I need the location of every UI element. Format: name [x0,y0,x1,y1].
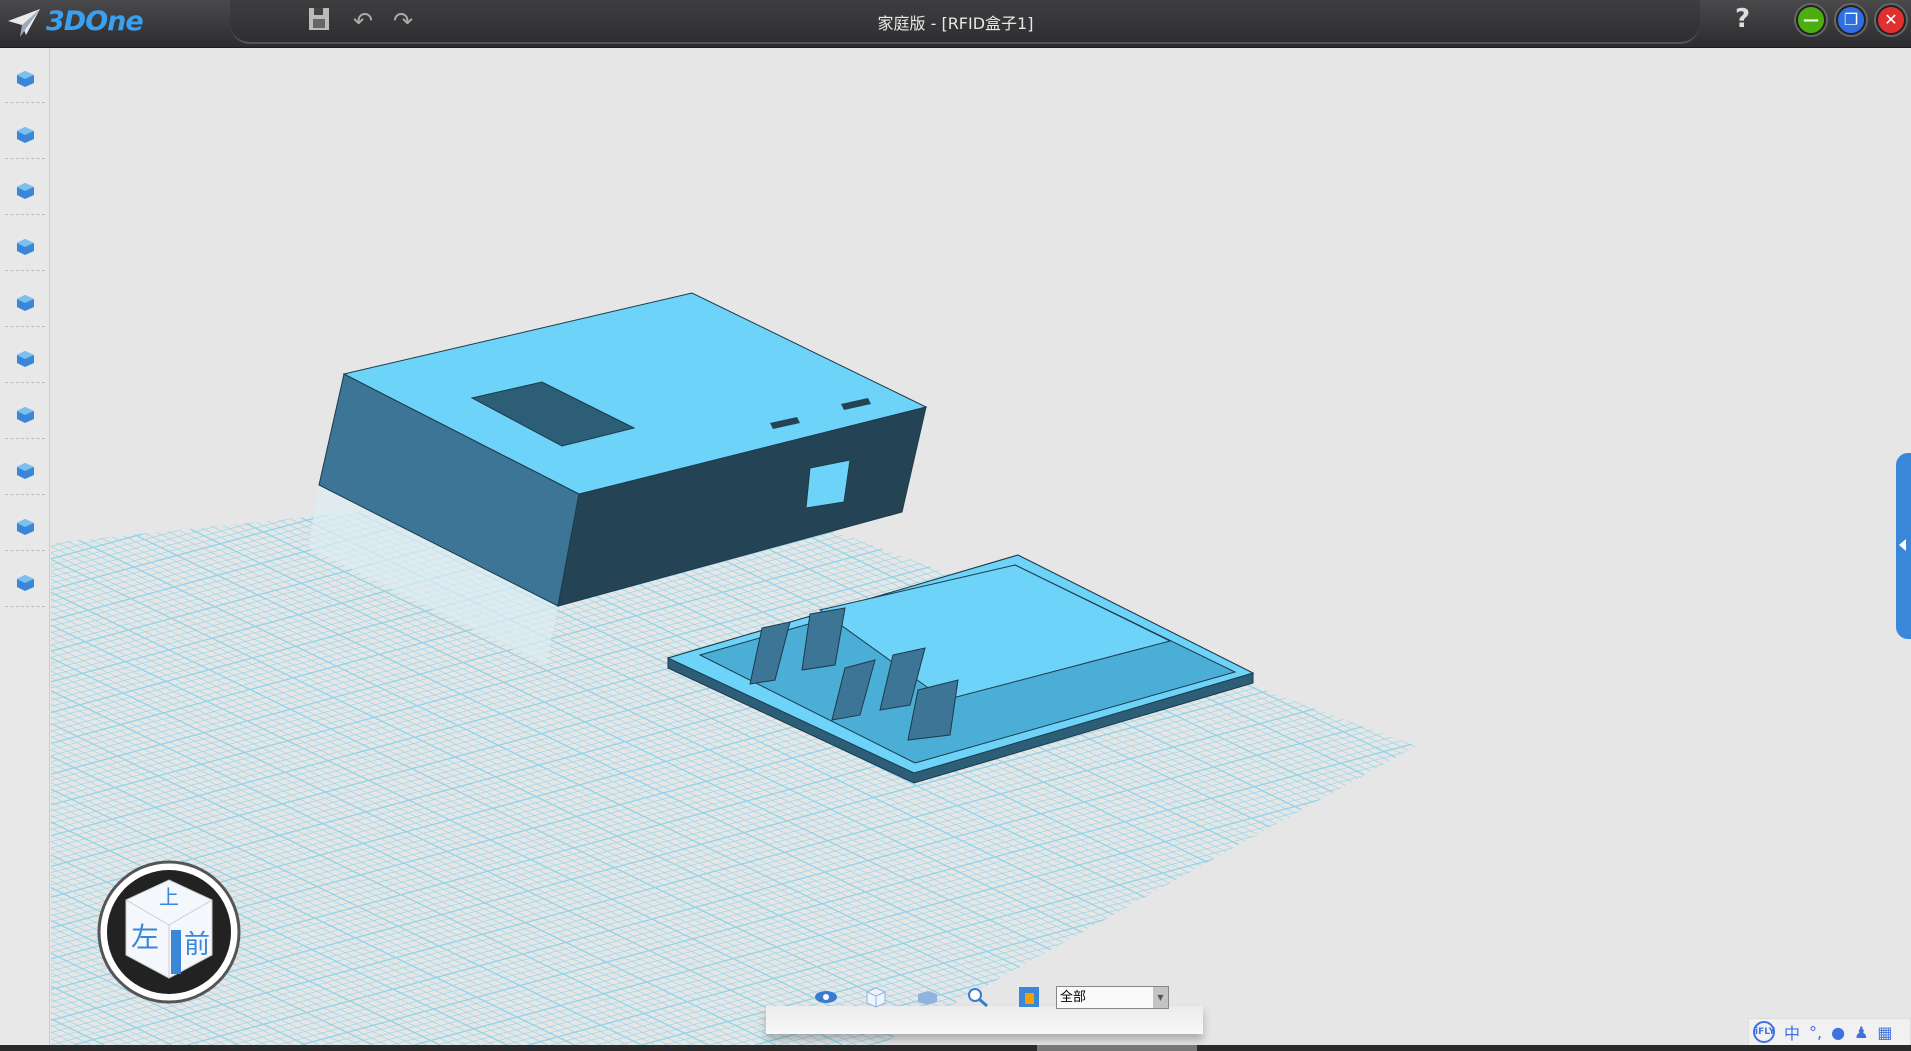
grid-line [595,688,1416,1045]
grid-line [663,478,1416,1045]
grid-line [51,478,236,529]
grid-line [1209,854,1416,1045]
grid-line [51,478,350,560]
grid-line [51,478,259,535]
grid-line [1186,848,1416,1045]
filter-value: 全部 [1060,990,1087,1005]
grid-line [1159,478,1416,846]
auto-snap-icon[interactable] [5,389,45,439]
grid-line [51,478,100,492]
grid-line [1141,836,1416,1045]
ime-language-toggle[interactable]: 中 [1784,1020,1800,1044]
punctuation-icon[interactable]: °, [1809,1023,1822,1042]
close-button[interactable]: ✕ [1876,5,1906,35]
feature-modeling-icon[interactable] [5,277,45,327]
grid-line [51,478,77,486]
grid-line [1200,478,1416,826]
grid-line [51,478,123,498]
view-toolbar [766,1006,1203,1034]
left-toolbar [0,49,50,1051]
minimize-button[interactable]: — [1796,5,1826,35]
basic-solid-icon[interactable] [5,53,45,103]
horizontal-scrollbar[interactable] [0,1045,1911,1051]
sketch-draw-icon[interactable] [5,109,45,159]
special-feature-icon[interactable] [5,221,45,271]
distance-measure-icon[interactable] [5,501,45,551]
grid-line [1132,478,1416,859]
nav-cube-top[interactable]: 上 [159,885,179,909]
apps-icon[interactable]: ▦ [1877,1023,1892,1042]
grid-line [1226,478,1416,813]
help-button[interactable]: ? [1735,4,1750,34]
ime-toolbar: iFLY 中 °, ● ♟ ▦ [1748,1018,1911,1046]
grid-line [845,756,1416,1045]
restore-button[interactable]: ❐ [1836,5,1866,35]
grid-line [51,478,282,541]
grid-line [504,663,1416,1045]
grid-line [595,478,1416,1045]
grid-line [777,737,1416,1045]
grid-line [51,478,54,480]
grid-line [459,651,1416,1045]
microphone-icon[interactable]: ● [1831,1023,1845,1042]
grid-line [1118,830,1416,1045]
ifly-logo-icon[interactable]: iFLY [1753,1021,1775,1043]
nav-cube-front[interactable]: 前 [184,930,210,960]
grid-line [51,1018,105,1045]
zoom-fit-icon[interactable] [965,986,991,1008]
shaded-view-icon[interactable] [914,986,940,1008]
grid-line [51,478,191,516]
chevron-down-icon[interactable]: ▼ [1153,987,1168,1008]
grid-line [527,669,1416,1045]
scrollbar-thumb[interactable] [1037,1045,1197,1051]
grid-line [1186,478,1416,833]
grid-line [51,478,213,523]
view-eye-icon[interactable] [813,986,839,1008]
3d-viewport[interactable]: 上 左 前 [51,49,1911,1045]
grid-line [664,707,1416,1045]
nav-cube-left[interactable]: 左 [131,921,159,954]
right-panel-toggle[interactable] [1896,453,1911,639]
filter-dropdown[interactable]: 全部 ▼ [1056,986,1169,1009]
view-select-icon[interactable] [1017,986,1043,1008]
grid-line [1095,823,1416,1045]
grid-line [573,682,1416,1045]
grid-line [569,478,1416,1045]
window-title: 家庭版 - [RFID盒子1] [877,14,1034,33]
grid-line [51,478,145,504]
grid-line [636,478,1416,1045]
grid-line [139,478,1300,1045]
grid-line [1213,478,1416,820]
grid-line [1146,478,1416,853]
sketch-edit-icon[interactable] [5,165,45,215]
grid-line [1163,842,1416,1045]
combine-icon[interactable] [5,445,45,495]
grid-line [51,478,168,510]
wireframe-view-icon[interactable] [863,986,889,1008]
title-bar: 3DOne ↶ ↷ 家庭版 - [RFID盒子1] ? — ❐ ✕ [0,0,1911,48]
material-render-icon[interactable] [5,557,45,607]
user-icon[interactable]: ♟ [1854,1023,1868,1042]
nav-cube[interactable]: 上 左 前 [97,860,241,1004]
basic-edit-icon[interactable] [5,333,45,383]
